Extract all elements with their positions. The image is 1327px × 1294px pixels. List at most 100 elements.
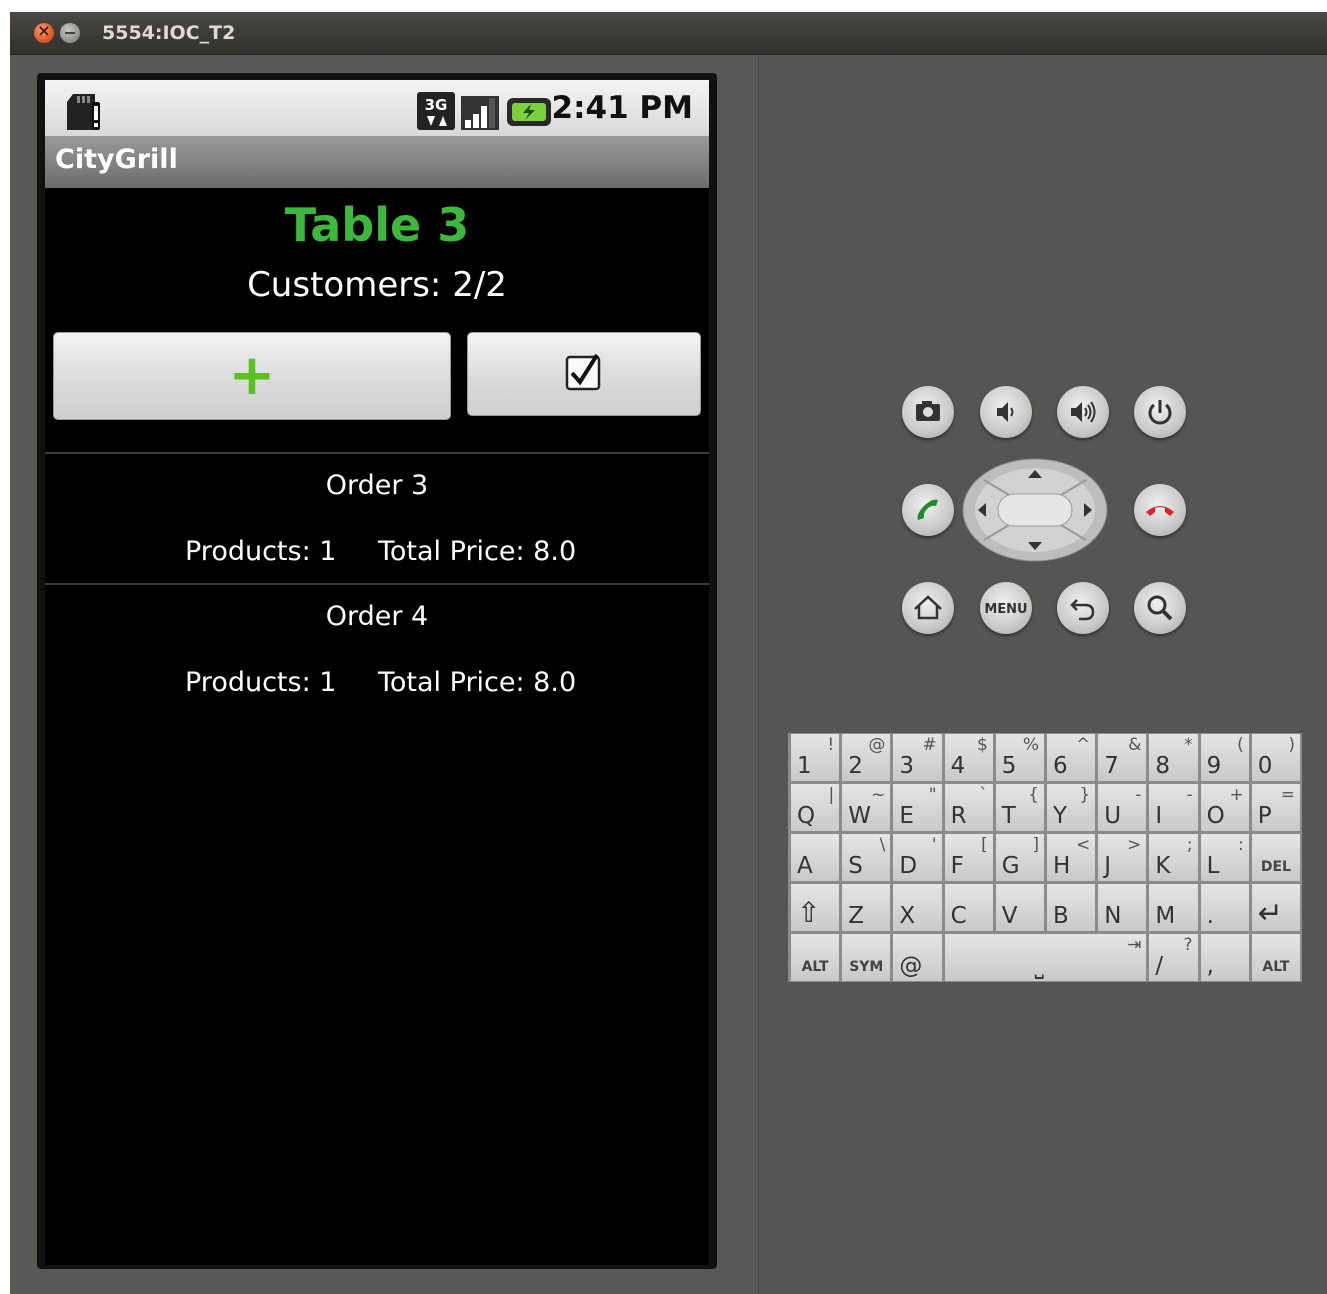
- key-w[interactable]: W ~: [841, 783, 892, 832]
- key-label: 0: [1257, 753, 1273, 779]
- key-5[interactable]: 5%: [994, 733, 1045, 782]
- key-j[interactable]: J >: [1097, 833, 1148, 882]
- minimize-window-icon[interactable]: [60, 23, 80, 43]
- key-label: M: [1155, 903, 1176, 929]
- confirm-button[interactable]: [467, 332, 701, 416]
- key-l[interactable]: L:: [1199, 833, 1250, 882]
- add-order-button[interactable]: +: [53, 332, 451, 420]
- order-title[interactable]: Order 3: [45, 470, 709, 501]
- key-alt-label: %: [1022, 735, 1039, 755]
- key-r[interactable]: R `: [943, 783, 994, 832]
- key-alt[interactable]: ALT: [790, 933, 841, 982]
- key-label: W: [848, 803, 871, 829]
- key-label: A: [797, 853, 813, 879]
- key-f[interactable]: F[: [943, 833, 994, 882]
- key-d[interactable]: D ': [892, 833, 943, 882]
- key-slash[interactable]: /?: [1148, 933, 1199, 982]
- key-label: L: [1206, 853, 1220, 879]
- key-enter[interactable]: ↵: [1250, 883, 1301, 932]
- key-n[interactable]: N: [1097, 883, 1148, 932]
- key-label: R: [950, 803, 967, 829]
- home-button[interactable]: [902, 582, 954, 634]
- power-button[interactable]: [1134, 386, 1186, 438]
- power-icon: [1148, 400, 1172, 425]
- dpad-icon[interactable]: [962, 458, 1108, 562]
- key-1[interactable]: 1!: [790, 733, 841, 782]
- key-4[interactable]: 4 $: [943, 733, 994, 782]
- key-s[interactable]: S \: [841, 833, 892, 882]
- menu-icon: MENU: [984, 602, 1027, 617]
- key-c[interactable]: C: [943, 883, 994, 932]
- key-alt-label: ^: [1075, 735, 1091, 755]
- key-label: .: [1206, 903, 1214, 929]
- key-p[interactable]: P =: [1250, 783, 1301, 832]
- volume-down-button[interactable]: [980, 386, 1032, 438]
- key-g[interactable]: G]: [994, 833, 1045, 882]
- key-label: O: [1206, 803, 1225, 829]
- key-0[interactable]: 0): [1250, 733, 1301, 782]
- key-alt[interactable]: ALT: [1250, 933, 1301, 982]
- back-icon: [1070, 599, 1095, 621]
- table-title: Table 3: [284, 198, 470, 252]
- key-alt-label: =: [1280, 785, 1295, 805]
- app-title-bar: CityGrill: [45, 136, 709, 188]
- key-y[interactable]: Y}: [1046, 783, 1097, 832]
- key-space[interactable]: ⎵ ⇥: [943, 933, 1148, 982]
- back-button[interactable]: [1057, 582, 1109, 634]
- key-alt-label: `: [979, 785, 988, 805]
- key-shift[interactable]: ⇧: [790, 883, 841, 932]
- key-a[interactable]: A: [790, 833, 841, 882]
- key-t[interactable]: T{: [994, 783, 1045, 832]
- key-sym[interactable]: SYM: [841, 933, 892, 982]
- app-title: CityGrill: [55, 144, 178, 175]
- call-icon: [917, 499, 938, 520]
- key-h[interactable]: H <: [1046, 833, 1097, 882]
- menu-button[interactable]: MENU: [980, 582, 1032, 634]
- close-window-icon[interactable]: [34, 21, 54, 43]
- call-button[interactable]: [902, 484, 954, 536]
- key-i[interactable]: I-: [1148, 783, 1199, 832]
- key-alt-label: *: [1184, 735, 1193, 755]
- checkbox-icon: [565, 353, 601, 391]
- key-x[interactable]: X: [892, 883, 943, 932]
- key-label: /: [1155, 953, 1164, 979]
- key-period[interactable]: .: [1199, 883, 1250, 932]
- key-b[interactable]: B: [1046, 883, 1097, 932]
- key-2[interactable]: 2 @: [841, 733, 892, 782]
- key-3[interactable]: 3 #: [892, 733, 943, 782]
- key-u[interactable]: U-: [1097, 783, 1148, 832]
- key-alt-label: >: [1127, 835, 1142, 855]
- key-delete[interactable]: DEL: [1250, 833, 1301, 882]
- key-o[interactable]: O +: [1199, 783, 1250, 832]
- key-label: 5: [1001, 753, 1017, 779]
- end-call-button[interactable]: [1134, 484, 1186, 536]
- camera-button[interactable]: [902, 386, 954, 438]
- key-8[interactable]: 8 *: [1148, 733, 1199, 782]
- key-m[interactable]: M: [1148, 883, 1199, 932]
- key-at[interactable]: @: [892, 933, 943, 982]
- search-button[interactable]: [1134, 582, 1186, 634]
- key-label: 7: [1104, 753, 1119, 779]
- volume-up-button[interactable]: [1057, 386, 1109, 438]
- key-7[interactable]: 7 &: [1097, 733, 1148, 782]
- key-label: V: [1001, 903, 1018, 929]
- key-k[interactable]: K;: [1148, 833, 1199, 882]
- key-6[interactable]: 6 ^: [1046, 733, 1097, 782]
- key-label: 6: [1053, 753, 1068, 779]
- key-alt-label: ⇥: [1127, 935, 1142, 955]
- key-v[interactable]: V: [994, 883, 1045, 932]
- key-label: K: [1155, 853, 1171, 879]
- key-comma[interactable]: ,: [1199, 933, 1250, 982]
- key-q[interactable]: Q |: [790, 783, 841, 832]
- order-title[interactable]: Order 4: [45, 601, 709, 632]
- key-label: 3: [899, 753, 915, 779]
- camera-icon: [916, 401, 940, 421]
- key-9[interactable]: 9(: [1199, 733, 1250, 782]
- key-alt-label: ": [928, 785, 937, 805]
- key-alt-label: }: [1079, 785, 1091, 805]
- key-e[interactable]: E ": [892, 783, 943, 832]
- order-total-price: Total Price: 8.0: [378, 667, 577, 698]
- volume-up-icon: [1071, 401, 1096, 423]
- key-z[interactable]: Z: [841, 883, 892, 932]
- end-call-icon: [1146, 506, 1174, 516]
